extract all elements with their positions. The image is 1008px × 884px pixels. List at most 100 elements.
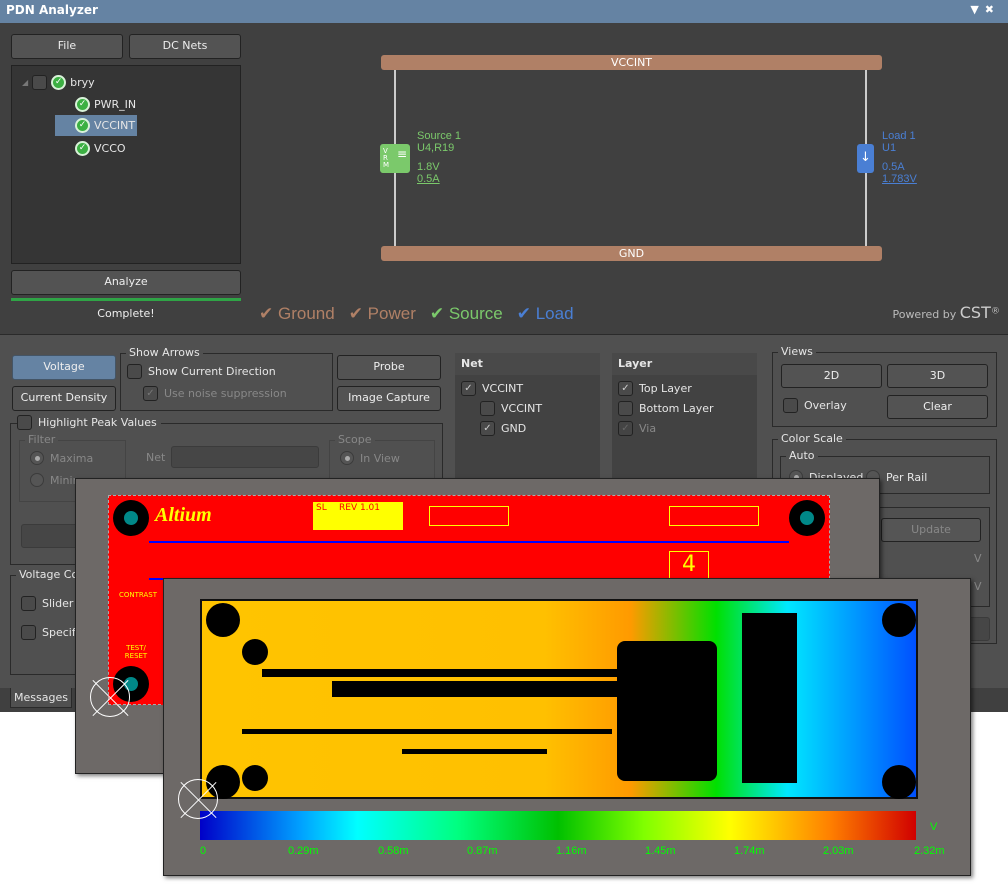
view-2d-button[interactable]: 2D: [781, 364, 882, 388]
board-brand-text: Altium: [155, 504, 212, 526]
expand-icon[interactable]: ◢: [22, 78, 28, 87]
messages-tab[interactable]: Messages: [10, 688, 72, 708]
load-name: Load 1: [882, 130, 916, 142]
slider-checkbox[interactable]: Slider: [21, 596, 73, 611]
check-icon: ✔: [516, 304, 531, 323]
legend-source[interactable]: ✔ Source: [430, 304, 503, 324]
tree-item-vccint[interactable]: ✓ VCCINT: [55, 115, 138, 136]
load-arrow-icon[interactable]: ↓: [857, 144, 874, 173]
file-button[interactable]: File: [11, 34, 123, 59]
legend-load[interactable]: ✔ Load: [517, 304, 574, 324]
net-list: Net ✓ VCCINT VCCINT ✓ GND: [455, 353, 600, 483]
mounting-hole: [206, 603, 240, 637]
load-voltage-link[interactable]: 1.783V: [882, 173, 917, 185]
net-item-vccint-sub[interactable]: VCCINT: [480, 401, 542, 416]
net-list-header: Net: [455, 353, 600, 375]
scale-tick: 0.87m: [467, 845, 498, 857]
net-field[interactable]: [171, 446, 319, 468]
layer-list: Layer ✓ Top Layer Bottom Layer ✓ Via: [612, 353, 757, 483]
ic-footprint: [742, 613, 797, 783]
rail-gnd[interactable]: GND: [381, 246, 882, 261]
layer-item-top[interactable]: ✓ Top Layer: [618, 381, 692, 396]
update-button[interactable]: Update: [881, 518, 981, 542]
scale-tick: 1.74m: [734, 845, 765, 857]
scale-tick: 0.58m: [378, 845, 409, 857]
scale-tick: 0.29m: [288, 845, 319, 857]
image-capture-button[interactable]: Image Capture: [337, 386, 441, 411]
show-arrows-group: Show Arrows Show Current Direction ✓ Use …: [120, 346, 333, 411]
trace: [149, 541, 789, 543]
hdr3-outline: [669, 506, 759, 526]
tree-item-pwr-in[interactable]: ✓ PWR_IN: [75, 94, 136, 114]
powered-by-cst: Powered by CST®: [892, 303, 1000, 322]
scale-tick: 0: [200, 845, 207, 857]
scale-tick: 2.32m: [914, 845, 945, 857]
checkbox[interactable]: [17, 415, 32, 430]
test-reset-label: TEST/ RESET: [124, 644, 148, 660]
color-scale-bar: [200, 811, 916, 840]
overlay-checkbox[interactable]: Overlay: [783, 398, 847, 413]
rail-vccint[interactable]: VCCINT: [381, 55, 882, 70]
trace: [402, 749, 547, 754]
voltage-button[interactable]: Voltage: [12, 355, 116, 380]
maxima-radio[interactable]: Maxima: [30, 451, 93, 465]
scale-tick: 2.03m: [823, 845, 854, 857]
legend-ground[interactable]: ✔ Ground: [259, 304, 335, 324]
voltage-map[interactable]: [200, 599, 918, 799]
check-icon: ✔: [348, 304, 363, 323]
probe-button[interactable]: Probe: [337, 355, 441, 380]
tree-item-label: PWR_IN: [94, 97, 137, 111]
view-3d-button[interactable]: 3D: [887, 364, 988, 388]
tree-item-label: VCCO: [94, 141, 126, 155]
hdr2-outline: [429, 506, 509, 526]
net-label: Net: [146, 451, 166, 464]
layer-list-header: Layer: [612, 353, 757, 375]
ok-check-icon: ✓: [75, 118, 90, 133]
analyze-button[interactable]: Analyze: [11, 270, 241, 295]
status-text: Complete!: [97, 307, 155, 320]
load-ref: U1: [882, 142, 897, 154]
checkbox[interactable]: ✓: [143, 386, 158, 401]
source-info: Source 1 U4,R19 1.8V 0.5A: [417, 130, 461, 185]
check-icon: ✔: [429, 304, 445, 323]
check-icon: ✔: [259, 304, 274, 323]
dc-nets-button[interactable]: DC Nets: [129, 34, 241, 59]
clear-button[interactable]: Clear: [887, 395, 988, 419]
layer-item-bottom[interactable]: Bottom Layer: [618, 401, 714, 416]
via-pad: [242, 639, 268, 665]
trace: [332, 681, 632, 697]
close-icon[interactable]: ✖: [985, 3, 1000, 16]
current-density-button[interactable]: Current Density: [12, 386, 116, 411]
load-info: Load 1 U1 0.5A 1.783V: [882, 130, 917, 185]
root-checkbox[interactable]: [32, 74, 48, 90]
source-current-link[interactable]: 0.5A: [417, 173, 461, 185]
layer-item-via[interactable]: ✓ Via: [618, 421, 656, 436]
use-noise-suppression[interactable]: ✓ Use noise suppression: [143, 386, 287, 401]
vrm-source-icon[interactable]: V R M ≡: [380, 144, 410, 173]
net-item-gnd[interactable]: ✓ GND: [480, 421, 526, 436]
net-item-vccint[interactable]: ✓ VCCINT: [461, 381, 523, 396]
tree-root[interactable]: ◢ ✓ bryy: [22, 72, 95, 92]
in-view-radio[interactable]: In View: [340, 451, 400, 465]
specific-checkbox[interactable]: Specifi: [21, 625, 79, 640]
ok-check-icon: ✓: [75, 96, 90, 112]
tree-item-vcco[interactable]: ✓ VCCO: [75, 138, 126, 158]
highlight-peak-values[interactable]: Highlight Peak Values: [17, 415, 161, 430]
legend-power[interactable]: ✔ Power: [349, 304, 416, 324]
scale-tick: 1.16m: [556, 845, 587, 857]
mounting-hole: [789, 500, 825, 536]
scale-tick: 1.45m: [645, 845, 676, 857]
source-voltage: 1.8V: [417, 161, 440, 173]
views-group: Views 2D 3D Overlay Clear: [772, 345, 997, 427]
dropdown-icon[interactable]: ▼: [970, 3, 984, 16]
checkbox[interactable]: [127, 364, 142, 379]
legend: ✔ Ground ✔ Power ✔ Source ✔ Load: [259, 304, 574, 324]
source-name: Source 1: [417, 130, 462, 142]
voltage-map-window: V 0 0.29m 0.58m 0.87m 1.16m 1.45m 1.74m …: [163, 578, 971, 876]
ok-check-icon: ✓: [75, 140, 90, 156]
mounting-hole: [113, 500, 149, 536]
show-current-direction[interactable]: Show Current Direction: [127, 364, 276, 379]
progress-bar: [11, 298, 241, 301]
trace: [242, 729, 612, 734]
mounting-hole: [882, 765, 916, 799]
